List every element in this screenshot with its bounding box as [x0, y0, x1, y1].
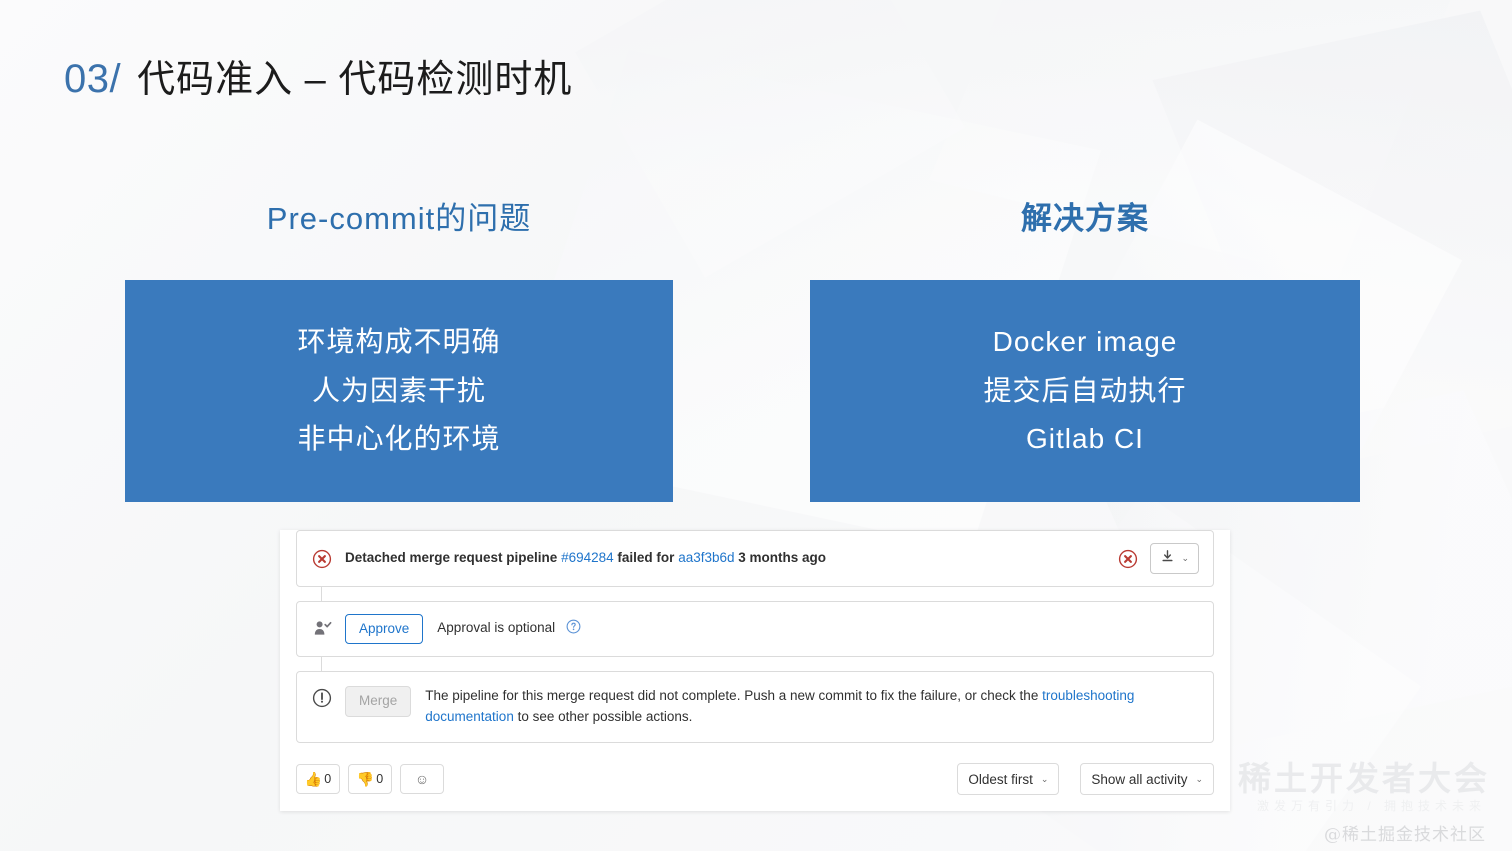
sort-order-label: Oldest first	[968, 771, 1033, 787]
pipeline-text-middle: failed for	[617, 550, 675, 566]
slide-canvas: 03/ 代码准入 – 代码检测时机 Pre-commit的问题 解决方案 环境构…	[0, 0, 1512, 851]
sort-order-dropdown[interactable]: Oldest first ⌄	[957, 763, 1060, 796]
page-title: 03/ 代码准入 – 代码检测时机	[64, 48, 572, 103]
chevron-down-icon: ⌄	[1181, 553, 1189, 564]
section-title-text: 代码准入 – 代码检测时机	[137, 59, 573, 101]
solution-box: Docker image 提交后自动执行 Gitlab CI	[810, 280, 1360, 502]
question-circle-icon[interactable]	[566, 619, 581, 637]
merge-message: The pipeline for this merge request did …	[425, 686, 1199, 728]
commit-sha-link[interactable]: aa3f3b6d	[678, 550, 734, 565]
column-heading-solution: 解决方案	[1021, 201, 1149, 236]
solution-line: Docker image	[992, 325, 1178, 357]
merge-button[interactable]: Merge	[345, 686, 412, 717]
add-reaction-button[interactable]: ☺	[400, 764, 444, 795]
section-number: 03/	[64, 57, 122, 101]
solution-line: Gitlab CI	[1026, 423, 1144, 455]
thumbs-down-reaction-button[interactable]: 👎 0	[348, 764, 392, 795]
activity-filter-dropdown[interactable]: Show all activity ⌄	[1080, 763, 1214, 796]
chevron-down-icon: ⌄	[1195, 773, 1203, 784]
merge-row: Merge The pipeline for this merge reques…	[296, 657, 1214, 744]
thumbs-down-icon: 👎	[356, 770, 375, 787]
approval-note-wrap: Approval is optional	[437, 618, 1199, 641]
pipeline-time-ago: 3 months ago	[738, 550, 827, 566]
conference-watermark: 稀土开发者大会	[1238, 760, 1490, 797]
chevron-down-icon: ⌄	[1040, 773, 1049, 784]
warning-exclamation-circle-icon	[311, 687, 333, 709]
failed-circle-x-icon	[311, 548, 333, 570]
solution-line: 提交后自动执行	[983, 374, 1187, 406]
approval-user-check-icon	[311, 618, 333, 640]
problems-line: 人为因素干扰	[311, 374, 486, 406]
conference-watermark-subtitle: 激发万有引力 / 拥抱技术未来	[1256, 799, 1486, 813]
gitlab-merge-request-widget: Detached merge request pipeline #694284 …	[280, 530, 1230, 812]
pipeline-status-row: Detached merge request pipeline #694284 …	[296, 530, 1214, 588]
pipeline-status-text: Detached merge request pipeline #694284 …	[345, 548, 1117, 569]
approval-row: Approve Approval is optional	[296, 587, 1214, 658]
footer-dropdowns: Oldest first ⌄ Show all activity ⌄	[947, 763, 1214, 796]
thumbs-up-reaction-button[interactable]: 👍 0	[296, 764, 340, 795]
pipeline-text-prefix: Detached merge request pipeline	[345, 550, 558, 566]
pipeline-id-link[interactable]: #694284	[561, 550, 614, 565]
problems-line: 非中心化的环境	[297, 423, 501, 455]
mr-widget-body: Detached merge request pipeline #694284 …	[280, 530, 1230, 744]
download-icon	[1160, 549, 1175, 568]
thumbs-down-count: 0	[376, 772, 384, 787]
activity-filter-label: Show all activity	[1091, 771, 1188, 787]
thumbs-up-count: 0	[324, 772, 332, 787]
approve-button[interactable]: Approve	[345, 614, 424, 645]
problems-box: 环境构成不明确 人为因素干扰 非中心化的环境	[125, 280, 673, 502]
mr-footer-toolbar: 👍 0 👎 0 ☺ Oldest first ⌄ Show all activi…	[280, 757, 1230, 809]
download-artifacts-button[interactable]: ⌄	[1150, 543, 1199, 575]
problems-line: 环境构成不明确	[297, 325, 501, 357]
pipeline-row-actions: ⌄	[1117, 543, 1199, 575]
merge-message-part1: The pipeline for this merge request did …	[425, 688, 1043, 704]
approval-note: Approval is optional	[437, 619, 556, 635]
failed-circle-x-icon	[1117, 548, 1139, 570]
smiley-face-icon: ☺	[414, 771, 430, 788]
community-handle-watermark: @稀土掘金技术社区	[1324, 825, 1486, 845]
thumbs-up-icon: 👍	[304, 770, 323, 787]
column-heading-problems: Pre-commit的问题	[266, 201, 532, 236]
merge-message-part2: to see other possible actions.	[513, 709, 693, 725]
